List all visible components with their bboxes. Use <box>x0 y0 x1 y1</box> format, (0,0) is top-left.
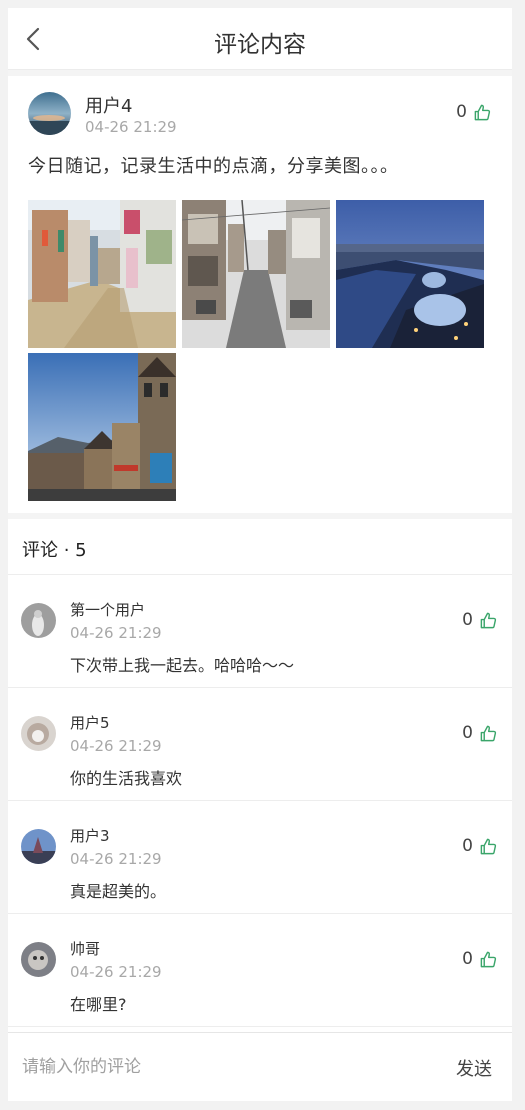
comment-timestamp: 04-26 21:29 <box>70 963 162 981</box>
comment-avatar[interactable] <box>21 603 56 638</box>
comment-username[interactable]: 帅哥 <box>70 938 100 959</box>
thumbs-up-icon <box>480 838 497 854</box>
comment-item: 第一个用户 04-26 21:29 下次带上我一起去。哈哈哈～～ 0 <box>8 575 512 688</box>
post-like-button[interactable]: 0 <box>456 102 492 122</box>
comments-header: 评论 · 5 <box>8 519 512 575</box>
comment-avatar[interactable] <box>21 716 56 751</box>
thumbs-up-icon <box>480 612 497 628</box>
comment-text: 下次带上我一起去。哈哈哈～～ <box>70 656 295 675</box>
comment-item: 帅哥 04-26 21:29 在哪里? 0 <box>8 914 512 1027</box>
like-count: 0 <box>456 102 467 122</box>
comment-input-bar: 发送 <box>8 1032 512 1101</box>
comment-timestamp: 04-26 21:29 <box>70 624 162 642</box>
comment-avatar[interactable] <box>21 942 56 977</box>
comment-avatar[interactable] <box>21 829 56 864</box>
comment-like-button[interactable]: 0 <box>462 610 498 630</box>
post-timestamp: 04-26 21:29 <box>85 118 177 136</box>
app-frame: 评论内容 用户4 04-26 21:29 0 今日随记，记录生活中的点滴，分享美… <box>8 8 512 1101</box>
post-photo-3[interactable] <box>336 200 484 348</box>
comment-timestamp: 04-26 21:29 <box>70 850 162 868</box>
comment-input[interactable] <box>22 1047 422 1087</box>
comment-username[interactable]: 用户5 <box>70 712 110 733</box>
post-card: 用户4 04-26 21:29 0 今日随记，记录生活中的点滴，分享美图。。。 <box>8 76 512 513</box>
navbar: 评论内容 <box>8 8 512 70</box>
like-count: 0 <box>462 836 473 856</box>
comment-like-button[interactable]: 0 <box>462 836 498 856</box>
comment-like-button[interactable]: 0 <box>462 723 498 743</box>
comment-text: 你的生活我喜欢 <box>70 769 183 788</box>
thumbs-up-icon <box>474 104 491 120</box>
comment-like-button[interactable]: 0 <box>462 949 498 969</box>
post-photo-2[interactable] <box>182 200 330 348</box>
comments-section: 评论 · 5 第一个用户 04-26 21:29 下次带上我一起去。哈哈哈～～ … <box>8 519 512 1039</box>
post-avatar[interactable] <box>28 92 71 135</box>
like-count: 0 <box>462 949 473 969</box>
comment-text: 在哪里? <box>70 995 127 1014</box>
comment-username[interactable]: 用户3 <box>70 825 110 846</box>
comment-timestamp: 04-26 21:29 <box>70 737 162 755</box>
comment-item: 用户5 04-26 21:29 你的生活我喜欢 0 <box>8 688 512 801</box>
page-title: 评论内容 <box>214 32 306 58</box>
comments-count-label: 评论 · 5 <box>22 540 87 561</box>
comment-username[interactable]: 第一个用户 <box>70 599 145 620</box>
post-photo-1[interactable] <box>28 200 176 348</box>
thumbs-up-icon <box>480 725 497 741</box>
comment-item: 用户3 04-26 21:29 真是超美的。 0 <box>8 801 512 914</box>
comment-text: 真是超美的。 <box>70 882 167 901</box>
like-count: 0 <box>462 723 473 743</box>
thumbs-up-icon <box>480 951 497 967</box>
like-count: 0 <box>462 610 473 630</box>
post-text: 今日随记，记录生活中的点滴，分享美图。。。 <box>28 156 399 177</box>
post-photo-4[interactable] <box>28 353 176 501</box>
send-button[interactable]: 发送 <box>456 1055 492 1081</box>
post-username[interactable]: 用户4 <box>85 92 132 118</box>
